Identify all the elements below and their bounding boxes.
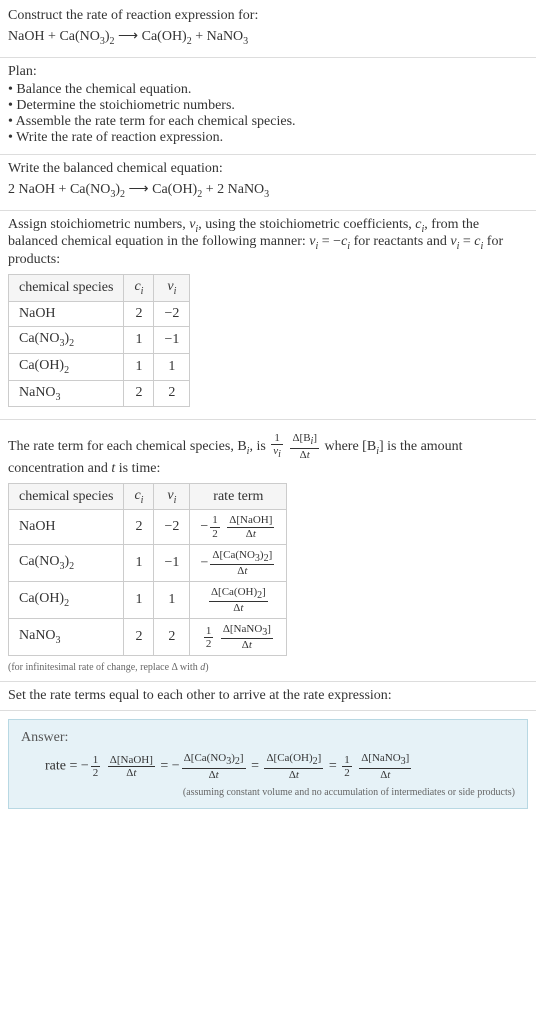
ci-cell: 1 <box>124 326 154 353</box>
table-header-row: chemical species ci νi <box>9 275 190 302</box>
table-row: NaNO3 2 2 12 Δ[NaNO3]Δt <box>9 619 287 656</box>
table-row: NaNO3 2 2 <box>9 380 190 407</box>
balanced-equation: 2 NaOH + Ca(NO3)2 ⟶ Ca(OH)2 + 2 NaNO3 <box>8 181 528 200</box>
col-rate: rate term <box>190 483 287 510</box>
vi-cell: −2 <box>154 510 190 544</box>
frac-dbi-dt: Δ[Bi] Δt <box>290 432 319 460</box>
plan-item: Balance the chemical equation. <box>8 82 528 98</box>
vi-cell: 1 <box>154 581 190 618</box>
plan-heading: Plan: <box>8 64 528 80</box>
vi-cell: −1 <box>154 326 190 353</box>
col-vi: νi <box>154 275 190 302</box>
species-cell: NaOH <box>9 301 124 326</box>
rate-def-prefix: The rate term for each chemical species,… <box>8 439 269 454</box>
answer-equation: rate = −12 Δ[NaOH]Δt = −Δ[Ca(NO3)2]Δt = … <box>45 752 515 780</box>
species-cell: NaNO3 <box>9 380 124 407</box>
rate-def-section: The rate term for each chemical species,… <box>0 420 536 682</box>
assign-text: Assign stoichiometric numbers, νi, using… <box>8 217 528 269</box>
ci-cell: 1 <box>124 544 154 581</box>
col-species: chemical species <box>9 483 124 510</box>
answer-box: Answer: rate = −12 Δ[NaOH]Δt = −Δ[Ca(NO3… <box>8 719 528 808</box>
species-cell: Ca(NO3)2 <box>9 544 124 581</box>
ci-cell: 2 <box>124 301 154 326</box>
ci-cell: 2 <box>124 380 154 407</box>
col-species: chemical species <box>9 275 124 302</box>
set-equal-section: Set the rate terms equal to each other t… <box>0 682 536 711</box>
answer-label: Answer: <box>21 730 515 746</box>
vi-cell: −2 <box>154 301 190 326</box>
table-row: Ca(NO3)2 1 −1 <box>9 326 190 353</box>
rate-cell: −Δ[Ca(NO3)2]Δt <box>190 544 287 581</box>
species-cell: NaNO3 <box>9 619 124 656</box>
table-row: Ca(OH)2 1 1 <box>9 353 190 380</box>
rate-cell: −12 Δ[NaOH]Δt <box>190 510 287 544</box>
intro-equation: NaOH + Ca(NO3)2 ⟶ Ca(OH)2 + NaNO3 <box>8 28 528 47</box>
table-row: Ca(NO3)2 1 −1 −Δ[Ca(NO3)2]Δt <box>9 544 287 581</box>
intro-line: Construct the rate of reaction expressio… <box>8 8 528 24</box>
balanced-section: Write the balanced chemical equation: 2 … <box>0 155 536 211</box>
vi-cell: −1 <box>154 544 190 581</box>
table-row: Ca(OH)2 1 1 Δ[Ca(OH)2]Δt <box>9 581 287 618</box>
species-cell: Ca(OH)2 <box>9 581 124 618</box>
plan-item: Determine the stoichiometric numbers. <box>8 98 528 114</box>
vi-cell: 1 <box>154 353 190 380</box>
col-ci: ci <box>124 275 154 302</box>
vi-cell: 2 <box>154 380 190 407</box>
table-row: NaOH 2 −2 <box>9 301 190 326</box>
ci-cell: 2 <box>124 510 154 544</box>
ci-cell: 1 <box>124 581 154 618</box>
col-vi: νi <box>154 483 190 510</box>
infinitesimal-note: (for infinitesimal rate of change, repla… <box>8 662 528 673</box>
set-equal-text: Set the rate terms equal to each other t… <box>8 688 528 704</box>
answer-note: (assuming constant volume and no accumul… <box>21 787 515 798</box>
frac-one-over-vi: 1 νi <box>271 432 283 460</box>
ci-cell: 2 <box>124 619 154 656</box>
rate-cell: 12 Δ[NaNO3]Δt <box>190 619 287 656</box>
species-cell: Ca(OH)2 <box>9 353 124 380</box>
rate-table: chemical species ci νi rate term NaOH 2 … <box>8 483 287 657</box>
table-header-row: chemical species ci νi rate term <box>9 483 287 510</box>
species-cell: NaOH <box>9 510 124 544</box>
col-ci: ci <box>124 483 154 510</box>
rate-def-text: The rate term for each chemical species,… <box>8 432 528 476</box>
rate-cell: Δ[Ca(OH)2]Δt <box>190 581 287 618</box>
plan-item: Assemble the rate term for each chemical… <box>8 114 528 130</box>
ci-cell: 1 <box>124 353 154 380</box>
plan-item: Write the rate of reaction expression. <box>8 130 528 146</box>
assign-table: chemical species ci νi NaOH 2 −2 Ca(NO3)… <box>8 274 190 407</box>
assign-section: Assign stoichiometric numbers, νi, using… <box>0 211 536 421</box>
species-cell: Ca(NO3)2 <box>9 326 124 353</box>
plan-list: Balance the chemical equation. Determine… <box>8 82 528 146</box>
table-row: NaOH 2 −2 −12 Δ[NaOH]Δt <box>9 510 287 544</box>
intro-section: Construct the rate of reaction expressio… <box>0 0 536 58</box>
vi-cell: 2 <box>154 619 190 656</box>
plan-section: Plan: Balance the chemical equation. Det… <box>0 58 536 155</box>
balanced-heading: Write the balanced chemical equation: <box>8 161 528 177</box>
